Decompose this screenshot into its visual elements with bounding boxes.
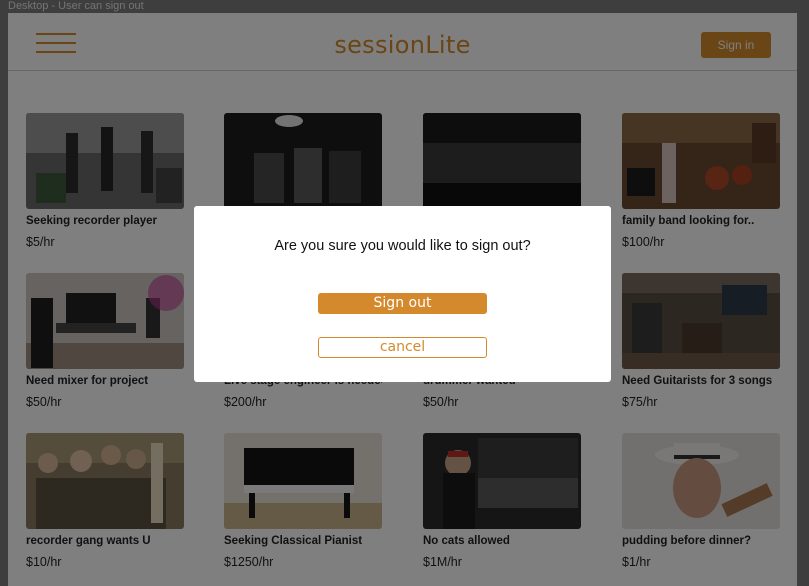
sign-out-button[interactable]: Sign out bbox=[318, 293, 487, 314]
sign-out-dialog: Are you sure you would like to sign out?… bbox=[194, 206, 611, 382]
cancel-button[interactable]: cancel bbox=[318, 337, 487, 358]
sign-out-question: Are you sure you would like to sign out? bbox=[274, 238, 531, 254]
